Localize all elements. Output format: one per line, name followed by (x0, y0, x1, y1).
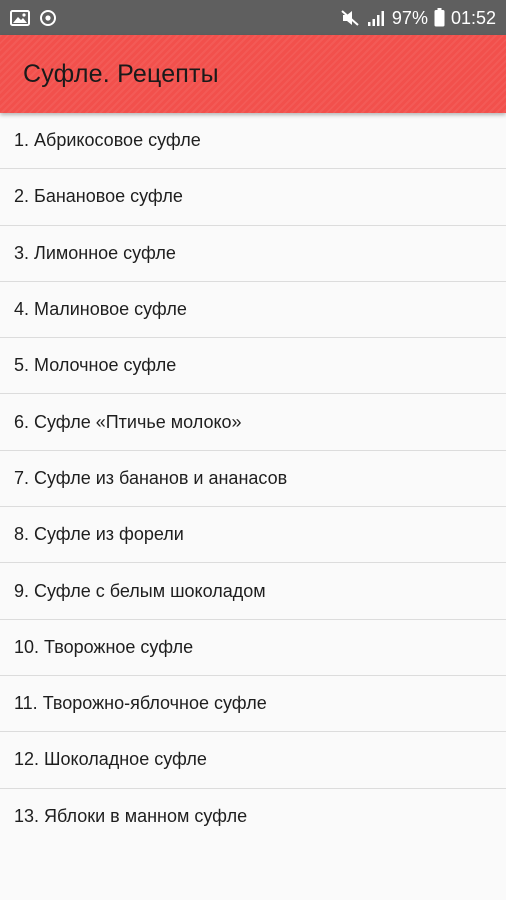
system-status: 97% 01:52 (340, 8, 496, 27)
mute-icon (340, 9, 360, 27)
list-item[interactable]: 3. Лимонное суфле (0, 225, 506, 282)
image-notification-icon (10, 9, 30, 26)
list-item[interactable]: 5. Молочное суфле (0, 338, 506, 395)
list-item[interactable]: 2. Банановое суфле (0, 169, 506, 226)
list-item[interactable]: 10. Творожное суфле (0, 619, 506, 676)
list-item[interactable]: 4. Малиновое суфле (0, 281, 506, 339)
app-title: Суфле. Рецепты (23, 59, 219, 88)
signal-icon (366, 9, 386, 27)
sync-notification-icon (39, 9, 57, 27)
status-bar: 97% 01:52 (0, 0, 506, 35)
app-bar: Суфле. Рецепты (0, 35, 506, 113)
notification-icons (10, 9, 57, 27)
battery-percent: 97% (391, 7, 428, 28)
recipe-list: 1. Абрикосовое суфле 2. Банановое суфле … (0, 113, 506, 845)
list-item[interactable]: 9. Суфле с белым шоколадом (0, 563, 506, 620)
list-item[interactable]: 13. Яблоки в манном суфле (0, 788, 506, 845)
list-item[interactable]: 6. Суфле «Птичье молоко» (0, 394, 506, 451)
list-item[interactable]: 1. Абрикосовое суфле (0, 113, 506, 170)
list-item[interactable]: 12. Шоколадное суфле (0, 732, 506, 789)
clock: 01:52 (450, 7, 496, 28)
battery-icon (434, 8, 445, 27)
list-item[interactable]: 11. Творожно-яблочное суфле (0, 675, 506, 733)
list-item[interactable]: 7. Суфле из бананов и ананасов (0, 450, 506, 508)
list-item[interactable]: 8. Суфле из форели (0, 507, 506, 564)
